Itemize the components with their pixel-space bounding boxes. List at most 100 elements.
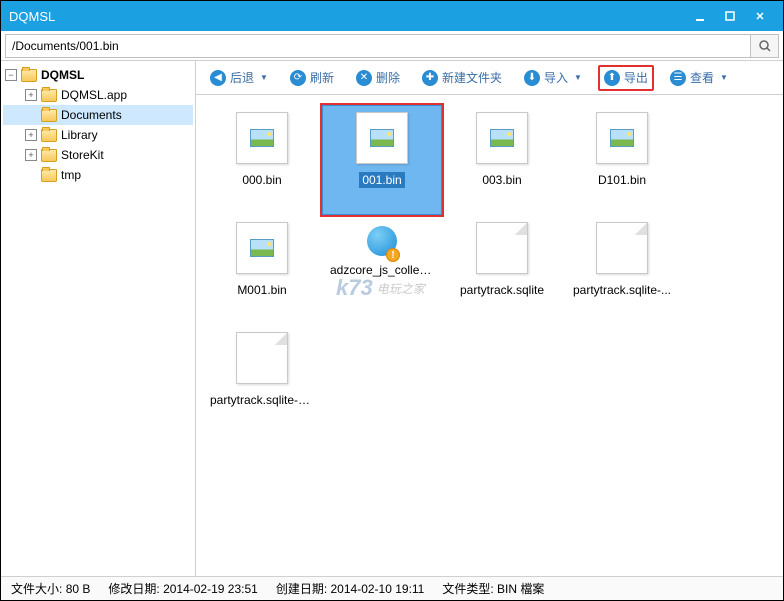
- file-grid[interactable]: k73 电玩之家 000.bin001.bin003.binD101.binM0…: [196, 95, 783, 576]
- app-icon: !: [364, 222, 400, 262]
- file-item[interactable]: M001.bin: [202, 215, 322, 325]
- tree-label: Library: [61, 128, 98, 142]
- delete-icon: ✕: [356, 70, 372, 86]
- tree-label: tmp: [61, 168, 81, 182]
- collapse-icon[interactable]: −: [5, 69, 17, 81]
- delete-label: 删除: [376, 69, 400, 86]
- file-item[interactable]: partytrack.sqlite-...: [562, 215, 682, 325]
- image-icon: [250, 129, 274, 147]
- export-button[interactable]: ⬆ 导出: [598, 65, 654, 91]
- tree-label: DQMSL: [41, 68, 84, 82]
- view-button[interactable]: ☰ 查看 ▼: [664, 65, 734, 91]
- view-icon: ☰: [670, 70, 686, 86]
- folder-icon: [41, 149, 57, 162]
- export-label: 导出: [624, 69, 648, 86]
- file-name: partytrack.sqlite-wal: [207, 392, 317, 408]
- file-name: 003.bin: [479, 172, 524, 188]
- chevron-down-icon: ▼: [574, 73, 582, 82]
- file-thumbnail: [236, 222, 288, 274]
- file-item[interactable]: partytrack.sqlite-wal: [202, 325, 322, 435]
- chevron-down-icon: ▼: [720, 73, 728, 82]
- tree-label: DQMSL.app: [61, 88, 127, 102]
- file-item[interactable]: D101.bin: [562, 105, 682, 215]
- refresh-icon: ⟳: [290, 70, 306, 86]
- status-size: 文件大小: 80 B: [11, 580, 90, 597]
- chevron-down-icon: ▼: [260, 73, 268, 82]
- tree-label: StoreKit: [61, 148, 104, 162]
- sidebar-tree: − DQMSL + DQMSL.app Documents + Library + StoreK…: [1, 61, 196, 576]
- view-label: 查看: [690, 69, 714, 86]
- import-button[interactable]: ⬇ 导入 ▼: [518, 65, 588, 91]
- file-item[interactable]: 003.bin: [442, 105, 562, 215]
- status-created: 创建日期: 2014-02-10 19:11: [276, 580, 425, 597]
- back-label: 后退: [230, 69, 254, 86]
- folder-icon: [41, 169, 57, 182]
- file-name: M001.bin: [234, 282, 289, 298]
- tree-root-item[interactable]: − DQMSL: [3, 65, 193, 85]
- file-name: 000.bin: [239, 172, 284, 188]
- file-thumbnail: [476, 112, 528, 164]
- titlebar: DQMSL: [1, 1, 783, 31]
- file-thumbnail: [236, 112, 288, 164]
- search-button[interactable]: [751, 34, 779, 58]
- file-item[interactable]: partytrack.sqlite: [442, 215, 562, 325]
- file-thumbnail: [476, 222, 528, 274]
- file-thumbnail: [596, 222, 648, 274]
- folder-icon: [41, 89, 57, 102]
- export-icon: ⬆: [604, 70, 620, 86]
- content-area: ◀ 后退 ▼ ⟳ 刷新 ✕ 删除 ✚ 新建文件夹 ⬇ 导入 ▼ ⬆: [196, 61, 783, 576]
- import-label: 导入: [544, 69, 568, 86]
- file-name: 001.bin: [359, 172, 404, 188]
- file-item[interactable]: !adzcore_js_collector: [322, 215, 442, 325]
- tree-item-documents[interactable]: Documents: [3, 105, 193, 125]
- back-icon: ◀: [210, 70, 226, 86]
- image-icon: [370, 129, 394, 147]
- image-icon: [250, 239, 274, 257]
- close-button[interactable]: [745, 5, 775, 27]
- tree-label: Documents: [61, 108, 122, 122]
- minimize-button[interactable]: [685, 5, 715, 27]
- refresh-label: 刷新: [310, 69, 334, 86]
- file-name: D101.bin: [595, 172, 649, 188]
- newfolder-label: 新建文件夹: [442, 69, 502, 86]
- newfolder-button[interactable]: ✚ 新建文件夹: [416, 65, 508, 91]
- maximize-button[interactable]: [715, 5, 745, 27]
- window-controls: [685, 5, 775, 27]
- file-item[interactable]: 000.bin: [202, 105, 322, 215]
- refresh-button[interactable]: ⟳ 刷新: [284, 65, 340, 91]
- status-modified: 修改日期: 2014-02-19 23:51: [108, 580, 257, 597]
- tree-item-library[interactable]: + Library: [3, 125, 193, 145]
- path-bar: [1, 31, 783, 61]
- toolbar: ◀ 后退 ▼ ⟳ 刷新 ✕ 删除 ✚ 新建文件夹 ⬇ 导入 ▼ ⬆: [196, 61, 783, 95]
- main-area: − DQMSL + DQMSL.app Documents + Library + StoreK…: [1, 61, 783, 576]
- expand-icon[interactable]: +: [25, 129, 37, 141]
- file-thumbnail: [596, 112, 648, 164]
- window-title: DQMSL: [9, 9, 685, 24]
- folder-icon: [21, 69, 37, 82]
- status-bar: 文件大小: 80 B 修改日期: 2014-02-19 23:51 创建日期: …: [1, 576, 783, 600]
- image-icon: [490, 129, 514, 147]
- folder-icon: [41, 129, 57, 142]
- path-input[interactable]: [5, 34, 751, 58]
- tree-item-storekit[interactable]: + StoreKit: [3, 145, 193, 165]
- search-icon: [758, 39, 772, 53]
- tree-spacer: [25, 109, 37, 121]
- import-icon: ⬇: [524, 70, 540, 86]
- expand-icon[interactable]: +: [25, 149, 37, 161]
- tree-item-dqmsl-app[interactable]: + DQMSL.app: [3, 85, 193, 105]
- expand-icon[interactable]: +: [25, 89, 37, 101]
- file-name: partytrack.sqlite: [457, 282, 547, 298]
- image-icon: [610, 129, 634, 147]
- file-name: partytrack.sqlite-...: [570, 282, 674, 298]
- file-thumbnail: [236, 332, 288, 384]
- tree-item-tmp[interactable]: tmp: [3, 165, 193, 185]
- status-type: 文件类型: BIN 檔案: [442, 580, 544, 597]
- newfolder-icon: ✚: [422, 70, 438, 86]
- delete-button[interactable]: ✕ 删除: [350, 65, 406, 91]
- file-thumbnail: [356, 112, 408, 164]
- folder-icon: [41, 109, 57, 122]
- tree-spacer: [25, 169, 37, 181]
- file-name: adzcore_js_collector: [327, 262, 437, 278]
- file-item[interactable]: 001.bin: [322, 105, 442, 215]
- back-button[interactable]: ◀ 后退 ▼: [204, 65, 274, 91]
